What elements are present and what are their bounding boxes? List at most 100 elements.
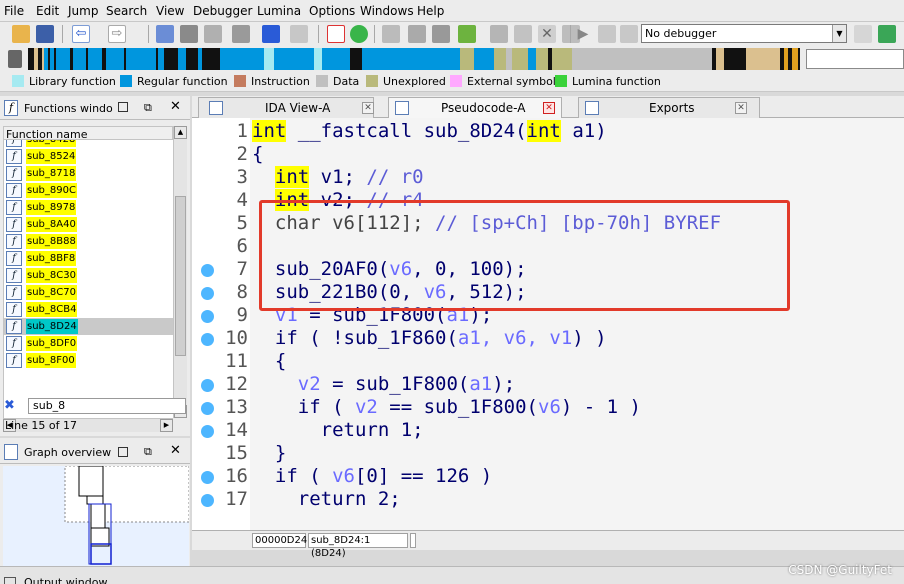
code-line[interactable]: } [252,442,286,465]
list-item[interactable]: f sub_8F00 [4,352,173,369]
list-item[interactable]: f sub_8BF8 [4,250,173,267]
breakpoint-marker-icon[interactable] [201,287,214,300]
list-item[interactable]: f sub_8718 [4,165,173,182]
code-line[interactable]: { [252,350,286,373]
menu-help[interactable]: Help [417,4,444,18]
play-icon[interactable]: ▶ [574,25,592,43]
output-window-bar[interactable]: Output window CSDN @GuiltyFet [0,563,904,584]
open-icon[interactable] [12,25,30,43]
function-icon: f [6,200,22,215]
stop-icon[interactable] [620,25,638,43]
breakpoint-marker-icon[interactable] [201,425,214,438]
breakpoint-marker-icon[interactable] [201,310,214,323]
code-line[interactable]: return 2; [252,488,401,511]
menu-debugger[interactable]: Debugger [193,4,252,18]
forward-icon[interactable]: ⇨ [108,25,126,43]
list-item[interactable]: fsub_8428 [4,140,173,148]
line-number: 1 [236,120,248,142]
list-item[interactable]: f sub_8C30 [4,267,173,284]
refresh-icon[interactable] [878,25,896,43]
enums-icon[interactable] [432,25,450,43]
list-item[interactable]: f sub_890C [4,182,173,199]
line-number: 3 [236,166,248,188]
list-item[interactable]: f sub_8CB4 [4,301,173,318]
tools-icon[interactable] [490,25,508,43]
list-item[interactable]: f sub_8C70 [4,284,173,301]
breakpoint-marker-icon[interactable] [201,494,214,507]
panel-float-icon[interactable] [118,447,128,457]
tab-exports[interactable]: Exports ✕ [578,97,760,118]
menu-windows[interactable]: Windows [360,4,414,18]
code-line[interactable]: { [252,143,263,166]
nav-address-input[interactable] [806,49,904,69]
scrollbar-thumb[interactable] [175,196,186,356]
list-item[interactable]: f sub_8978 [4,199,173,216]
tab-ida-view-a[interactable]: IDA View-A ✕ [198,97,374,118]
save-icon[interactable] [36,25,54,43]
graph-overview-canvas[interactable] [3,465,190,570]
functions-vertical-scrollbar[interactable]: ▲ ▼ [173,126,187,418]
graph-overview-title: Graph overview [24,446,112,459]
code-line[interactable]: int __fastcall sub_8D24(int a1) [252,120,607,143]
search-immediate-icon[interactable] [204,25,222,43]
tab-pseudocode-a[interactable]: Pseudocode-A ✕ [388,97,562,118]
code-line[interactable]: v2 = sub_1F800(a1); [252,373,515,396]
structures-icon[interactable] [408,25,426,43]
close-icon[interactable]: ✕ [362,102,374,114]
list-item-selected[interactable]: f sub_8D24 [4,318,173,335]
search-binary-icon[interactable] [156,25,174,43]
pseudocode-view[interactable]: 1 2 3 4 5 6 7 8 9 10 11 12 13 14 15 16 1… [192,118,904,530]
menu-file[interactable]: File [4,4,24,18]
filter-input[interactable]: sub_8 [28,398,186,414]
menu-options[interactable]: Options [309,4,355,18]
debugger-options-icon[interactable] [854,25,872,43]
patch-icon[interactable] [232,25,250,43]
code-line[interactable]: int v1; // r0 [252,166,424,189]
panel-float-icon[interactable] [118,102,128,112]
code-line[interactable]: return 1; [252,419,424,442]
search-text-icon[interactable] [180,25,198,43]
debugger-select[interactable]: No debugger ▼ [641,24,847,43]
breakpoint-marker-icon[interactable] [201,333,214,346]
scroll-right-icon[interactable]: ▶ [160,419,173,432]
warning-icon[interactable] [327,25,345,43]
run-green-icon[interactable] [350,25,368,43]
list-item[interactable]: f sub_8B88 [4,233,173,250]
back-icon[interactable]: ⇦ [72,25,90,43]
jump-down-icon[interactable] [262,25,280,43]
breakpoint-marker-icon[interactable] [201,402,214,415]
hex-icon[interactable] [382,25,400,43]
breakpoint-marker-icon[interactable] [201,264,214,277]
panel-restore-icon[interactable]: ⧉ [144,101,152,115]
navigation-strip[interactable] [28,48,800,70]
menu-search[interactable]: Search [106,4,147,18]
close-icon[interactable]: ✕ [543,102,555,114]
function-name-column-header[interactable]: Function name [3,126,173,141]
panel-close-icon[interactable]: ✕ [170,99,181,114]
code-line[interactable]: if ( v2 == sub_1F800(v6) - 1 ) [252,396,641,419]
legend-lumina-function: Lumina function [555,75,661,88]
legend-external-symbol: External symbol [450,75,556,88]
list-item[interactable]: f sub_8A40 [4,216,173,233]
graph-icon[interactable] [514,25,532,43]
clear-filter-icon[interactable]: ✖ [4,398,15,413]
add-icon[interactable] [458,25,476,43]
scroll-up-icon[interactable]: ▲ [174,126,187,139]
code-line[interactable]: if ( v6[0] == 126 ) [252,465,492,488]
list-item[interactable]: f sub_8524 [4,148,173,165]
menu-lumina[interactable]: Lumina [257,4,301,18]
panel-restore-icon[interactable]: ⧉ [144,445,152,459]
breakpoint-marker-icon[interactable] [201,471,214,484]
breakpoint-marker-icon[interactable] [201,379,214,392]
close-icon[interactable]: ✕ [735,102,747,114]
pause-icon[interactable] [598,25,616,43]
list-item[interactable]: f sub_8DF0 [4,335,173,352]
segment-icon[interactable] [290,25,308,43]
nav-band-grip-icon[interactable] [8,50,22,68]
menu-edit[interactable]: Edit [36,4,59,18]
menu-view[interactable]: View [156,4,184,18]
close-x-icon[interactable]: ✕ [538,25,556,43]
menu-jump[interactable]: Jump [68,4,98,18]
code-line[interactable]: if ( !sub_1F860(a1, v6, v1) ) [252,327,607,350]
panel-close-icon[interactable]: ✕ [170,443,181,458]
